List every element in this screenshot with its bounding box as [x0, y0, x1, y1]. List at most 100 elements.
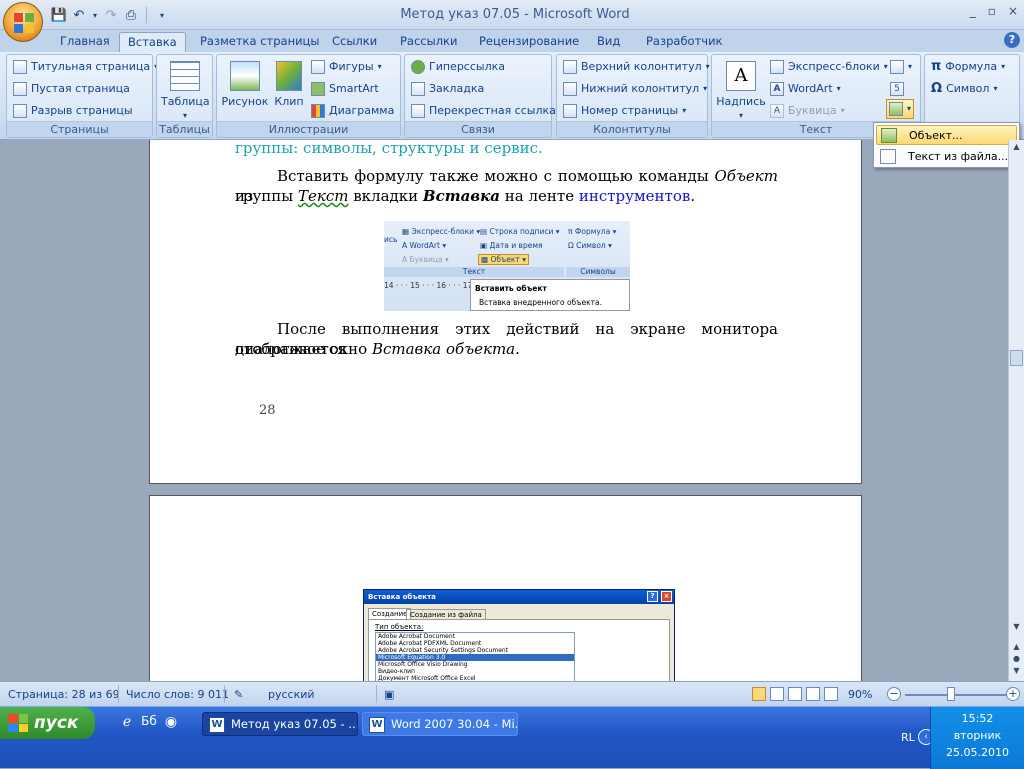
- web-layout-button[interactable]: [788, 687, 802, 701]
- textbox-button[interactable]: A Надпись ▾: [716, 61, 766, 121]
- zoom-level[interactable]: 90%: [848, 688, 872, 701]
- customize-qat-icon[interactable]: ▾: [153, 6, 171, 24]
- group-links: Гиперссылка Закладка Перекрестная ссылка…: [404, 54, 556, 138]
- undo-dropdown-icon[interactable]: ▾: [90, 6, 100, 24]
- save-icon[interactable]: 💾: [50, 6, 68, 24]
- clock-time[interactable]: 15:52: [931, 712, 1024, 725]
- start-button[interactable]: пуск: [0, 707, 95, 739]
- wordart-button[interactable]: A WordArt ▾: [770, 79, 841, 99]
- tab-insert[interactable]: Вставка: [119, 32, 186, 52]
- scroll-up-icon[interactable]: ▲: [1010, 140, 1023, 154]
- symbol-button[interactable]: Ω Символ ▾: [931, 79, 997, 99]
- fig2-list-item: Видео-клип: [378, 668, 415, 675]
- p1-tools-link[interactable]: инструментов: [579, 187, 690, 205]
- group-illustrations: Рисунок Клип Фигуры ▾ SmartArt Диаграмма …: [216, 54, 401, 138]
- office-logo-icon: [14, 13, 34, 33]
- hyperlink-button[interactable]: Гиперссылка: [411, 57, 505, 77]
- page-break-button[interactable]: Разрыв страницы: [13, 101, 133, 121]
- chevron-down-icon: ▾: [1001, 62, 1006, 71]
- help-icon[interactable]: ?: [1004, 32, 1020, 48]
- menu-item-text-from-file[interactable]: Текст из файла...: [876, 147, 1017, 167]
- abbyy-icon[interactable]: Бб: [140, 714, 158, 732]
- draft-view-button[interactable]: [824, 687, 838, 701]
- next-page-icon[interactable]: ▼: [1010, 664, 1023, 678]
- drop-cap-button[interactable]: A Буквица ▾: [770, 101, 845, 121]
- task-button-active[interactable]: W Метод указ 07.05 - ...: [202, 712, 358, 736]
- table-button[interactable]: Таблица ▾: [161, 61, 210, 121]
- task-button[interactable]: W Word 2007 30.04 - Mi...: [362, 712, 518, 736]
- chevron-down-icon: ▾: [993, 84, 998, 93]
- cover-page-icon: [13, 60, 27, 74]
- scroll-thumb[interactable]: [1010, 350, 1023, 366]
- undo-icon[interactable]: ↶: [70, 6, 88, 24]
- zoom-slider-track[interactable]: [905, 694, 1007, 696]
- chevron-down-icon: ▾: [738, 111, 743, 120]
- footer-button[interactable]: Нижний колонтитул ▾: [563, 79, 707, 99]
- pi-icon: π: [931, 59, 942, 74]
- zoom-slider-thumb[interactable]: [946, 687, 955, 701]
- cross-reference-button[interactable]: Перекрестная ссылка: [411, 101, 556, 121]
- equation-button[interactable]: π Формула ▾: [931, 57, 1005, 77]
- document-page-next: Вставка объекта ? × Создание Создание из…: [149, 495, 862, 681]
- zoom-in-button[interactable]: +: [1006, 687, 1020, 701]
- chart-button[interactable]: Диаграмма: [311, 101, 394, 121]
- quick-parts-icon: [770, 60, 784, 74]
- p1-text-a: Вставить формулу также можно с помощью к…: [277, 167, 715, 185]
- fig1-wordart-label: WordArt: [409, 241, 440, 250]
- picture-button[interactable]: Рисунок: [221, 61, 269, 108]
- p1-text-c: группы: [235, 187, 298, 205]
- drop-cap-label: Буквица: [788, 104, 837, 117]
- fig2-list-items: Adobe Acrobat Document Adobe Acrobat PDFX…: [376, 633, 574, 681]
- tab-developer[interactable]: Разработчик: [638, 32, 731, 52]
- object-button[interactable]: ▾: [886, 99, 915, 119]
- smartart-button[interactable]: SmartArt: [311, 79, 379, 99]
- fig2-type-list: Adobe Acrobat Document Adobe Acrobat PDFX…: [375, 632, 575, 681]
- proofing-icon[interactable]: ✎: [234, 688, 243, 701]
- quick-parts-button[interactable]: Экспресс-блоки ▾: [770, 57, 888, 77]
- shapes-icon: [311, 60, 325, 74]
- clip-button[interactable]: Клип: [271, 61, 307, 108]
- shapes-button[interactable]: Фигуры ▾: [311, 57, 382, 77]
- internet-explorer-icon[interactable]: ℯ: [118, 714, 136, 732]
- close-button[interactable]: ×: [1008, 4, 1018, 18]
- page-count[interactable]: Страница: 28 из 69: [8, 688, 120, 701]
- quick-launch-icon[interactable]: ◉: [162, 714, 180, 732]
- tab-review[interactable]: Рецензирование: [471, 32, 587, 52]
- header-button[interactable]: Верхний колонтитул ▾: [563, 57, 710, 77]
- office-button[interactable]: [3, 2, 43, 42]
- bookmark-button[interactable]: Закладка: [411, 79, 484, 99]
- menu-item-object[interactable]: Объект...: [876, 125, 1017, 145]
- document-area[interactable]: группы: символы, структуры и сервис. Вст…: [0, 140, 1008, 681]
- redo-icon[interactable]: ↷: [102, 6, 120, 24]
- minimize-button[interactable]: _: [970, 4, 976, 18]
- tab-home[interactable]: Главная: [52, 32, 118, 52]
- page-number-button[interactable]: Номер страницы ▾: [563, 101, 686, 121]
- cover-page-button[interactable]: Титульная страница▾: [13, 57, 158, 77]
- fig2-panel: Тип объекта: Adobe Acrobat Document Adobe…: [368, 619, 670, 681]
- macro-record-icon[interactable]: ▣: [384, 688, 394, 701]
- vertical-scrollbar[interactable]: ▲ ▼ ▲ ● ▼: [1008, 140, 1024, 681]
- cover-page-label: Титульная страница: [31, 60, 151, 73]
- print-layout-view-button[interactable]: [752, 687, 766, 701]
- full-screen-reading-button[interactable]: [770, 687, 784, 701]
- input-language[interactable]: RL: [901, 731, 915, 744]
- picture-label: Рисунок: [221, 95, 269, 108]
- fig1-datetime-label: Дата и время: [489, 241, 543, 250]
- header-label: Верхний колонтитул: [581, 60, 702, 73]
- tab-mailings[interactable]: Рассылки: [392, 32, 465, 52]
- language-indicator[interactable]: русский: [268, 688, 315, 701]
- tab-view[interactable]: Вид: [589, 32, 628, 52]
- blank-page-button[interactable]: Пустая страница: [13, 79, 130, 99]
- word-count[interactable]: Число слов: 9 011: [126, 688, 229, 701]
- date-time-button[interactable]: 5: [890, 79, 904, 99]
- zoom-out-button[interactable]: −: [887, 687, 901, 701]
- page-break-label: Разрыв страницы: [31, 104, 133, 117]
- outline-view-button[interactable]: [806, 687, 820, 701]
- tab-page-layout[interactable]: Разметка страницы: [192, 32, 327, 52]
- scroll-down-icon[interactable]: ▼: [1010, 620, 1023, 634]
- restore-button[interactable]: ▫: [988, 4, 996, 18]
- tab-references[interactable]: Ссылки: [324, 32, 385, 52]
- print-icon[interactable]: ⎙: [122, 6, 140, 24]
- start-label: пуск: [34, 713, 79, 733]
- signature-line-button[interactable]: ▾: [890, 57, 912, 77]
